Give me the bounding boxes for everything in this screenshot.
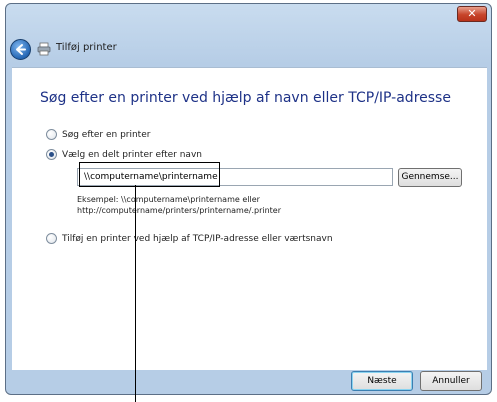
radio-button[interactable] [46,129,57,140]
option-label: Søg efter en printer [62,129,151,140]
option-label: Vælg en delt printer efter navn [62,149,202,160]
example-hint: Eksempel: \\computername\printername ell… [77,194,281,216]
callout-box [79,162,220,187]
next-button[interactable]: Næste [351,371,413,391]
wizard-content: Søg efter en printer ved hjælp af navn e… [12,67,487,370]
example-line-1: Eksempel: \\computername\printername ell… [77,195,260,204]
option-shared-printer-by-name[interactable]: Vælg en delt printer efter navn [46,149,202,160]
back-arrow-icon [16,44,26,55]
add-printer-window: ✕ Tilføj printer Søg efter en printer ve… [5,3,492,395]
page-heading: Søg efter en printer ved hjælp af navn e… [40,90,451,106]
close-button[interactable]: ✕ [457,6,487,22]
callout-line [135,185,136,402]
cancel-button[interactable]: Annuller [420,371,482,391]
option-tcp-ip-address[interactable]: Tilføj en printer ved hjælp af TCP/IP-ad… [46,233,333,244]
close-icon: ✕ [467,7,477,20]
window-title: Tilføj printer [56,42,117,53]
option-search-printer[interactable]: Søg efter en printer [46,129,150,140]
radio-button-selected[interactable] [46,149,57,160]
example-line-2: http://computername/printers/printername… [77,206,282,215]
option-label: Tilføj en printer ved hjælp af TCP/IP-ad… [62,233,333,244]
printer-icon [37,42,51,56]
back-button[interactable] [10,39,31,60]
browse-button[interactable]: Gennemse... [398,168,462,187]
radio-button[interactable] [46,233,57,244]
